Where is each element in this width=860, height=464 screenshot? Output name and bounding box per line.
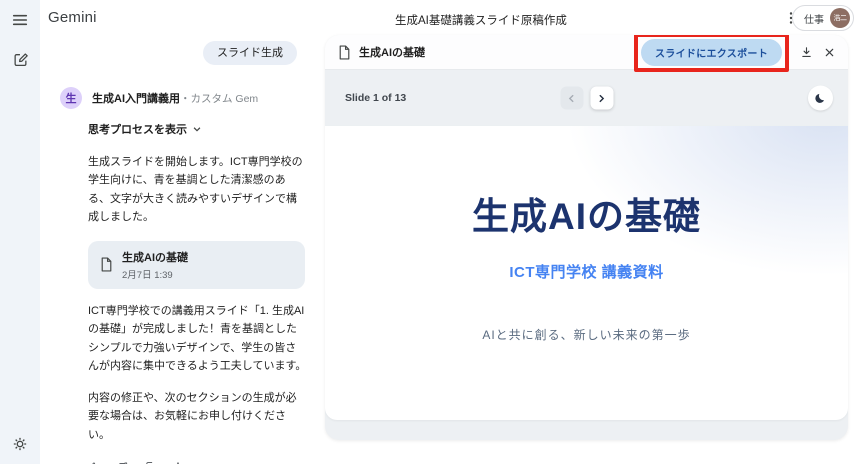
message-paragraph: 生成スライドを開始します。ICT専門学校の学生向けに、青を基調とした清潔感のある… (88, 153, 307, 227)
slide-preview: 生成AIの基礎 ICT専門学校 講義資料 AIと共に創る、新しい未来の第一歩 (325, 126, 848, 420)
gem-header: 生 生成AI入門講義用・カスタム Gem (60, 87, 325, 109)
annotation-highlight-box: スライドにエクスポート (634, 35, 789, 72)
account-switcher[interactable]: 仕事 浩二 (792, 5, 854, 31)
user-message-chip: スライド生成 (203, 41, 297, 65)
conversation-title: 生成AI基礎講義スライド原稿作成 (395, 12, 567, 28)
profile-label: 仕事 (804, 11, 824, 26)
next-slide-button[interactable] (590, 87, 613, 110)
gem-avatar: 生 (60, 87, 82, 109)
previous-slide-button[interactable] (560, 87, 583, 110)
panel-doc-title: 生成AIの基礎 (359, 44, 425, 60)
slide-subtitle: ICT専門学校 講義資料 (472, 261, 701, 282)
dark-mode-toggle[interactable] (808, 86, 833, 111)
settings-gear-icon[interactable] (12, 436, 28, 452)
panel-header: 生成AIの基礎 スライドにエクスポート (325, 35, 848, 70)
gem-type-label: ・カスタム Gem (180, 93, 258, 105)
file-title: 生成AIの基礎 (122, 249, 188, 265)
thought-process-toggle[interactable]: 思考プロセスを表示 (88, 121, 325, 137)
slide-navigation (560, 87, 613, 110)
new-chat-icon[interactable] (13, 52, 28, 67)
chevron-down-icon (192, 124, 202, 134)
app-logo[interactable]: Gemini (48, 9, 97, 26)
slide-toolbar: Slide 1 of 13 (325, 70, 848, 126)
message-paragraph: 内容の修正や、次のセクションの生成が必要な場合は、お気軽にお申し付けください。 (88, 389, 307, 444)
assistant-message: 生成スライドを開始します。ICT専門学校の学生向けに、青を基調とした清潔感のある… (88, 137, 307, 444)
download-icon[interactable] (800, 46, 813, 59)
document-icon (338, 45, 351, 60)
canvas-panel: 生成AIの基礎 スライドにエクスポート Slide 1 of 13 (325, 35, 848, 440)
slide-counter: Slide 1 of 13 (345, 92, 406, 104)
menu-icon[interactable] (12, 12, 28, 28)
close-icon[interactable] (824, 47, 835, 58)
chat-column: スライド生成 生 生成AI入門講義用・カスタム Gem 思考プロセスを表示 生成… (40, 36, 325, 464)
file-timestamp: 2月7日 1:39 (122, 267, 188, 281)
gem-name: 生成AI入門講義用・カスタム Gem (92, 90, 258, 106)
message-paragraph: ICT専門学校での講義用スライド「1. 生成AIの基礎」が完成しました！青を基調… (88, 302, 307, 376)
left-rail (0, 0, 40, 464)
slide-title: 生成AIの基礎 (472, 186, 701, 240)
user-message-row: スライド生成 (40, 41, 325, 65)
avatar: 浩二 (830, 8, 850, 28)
document-icon (100, 257, 113, 272)
moon-icon (815, 92, 827, 104)
slide-tagline: AIと共に創る、新しい未来の第一歩 (472, 326, 701, 343)
top-bar: Gemini 生成AI基礎講義スライド原稿作成 仕事 浩二 (40, 0, 860, 36)
generated-file-card[interactable]: 生成AIの基礎 2月7日 1:39 (88, 241, 305, 289)
export-to-slides-button[interactable]: スライドにエクスポート (641, 39, 782, 66)
